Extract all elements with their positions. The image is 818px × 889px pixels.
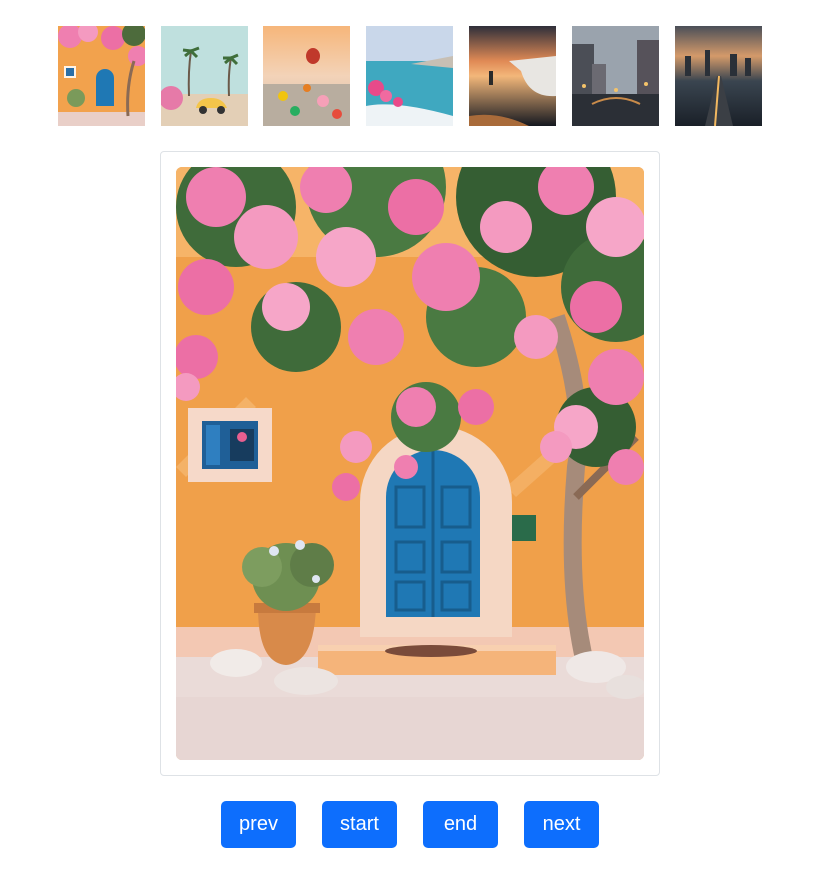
thumb-santorini-bay[interactable] (366, 26, 453, 126)
main-image-frame (160, 151, 660, 776)
main-image (176, 167, 644, 760)
thumb-city-skyline[interactable] (675, 26, 762, 126)
thumbnail-strip (58, 26, 762, 126)
thumb-canal-city[interactable] (572, 26, 659, 126)
next-button[interactable]: next (524, 801, 599, 848)
prev-button[interactable]: prev (221, 801, 296, 848)
thumb-sunset-coast[interactable] (469, 26, 556, 126)
pager-controls: prev start end next (221, 801, 599, 848)
thumb-hot-air-balloons[interactable] (263, 26, 350, 126)
end-button[interactable]: end (423, 801, 498, 848)
thumb-palm-yellow-car[interactable] (161, 26, 248, 126)
thumb-orange-house[interactable] (58, 26, 145, 126)
start-button[interactable]: start (322, 801, 397, 848)
